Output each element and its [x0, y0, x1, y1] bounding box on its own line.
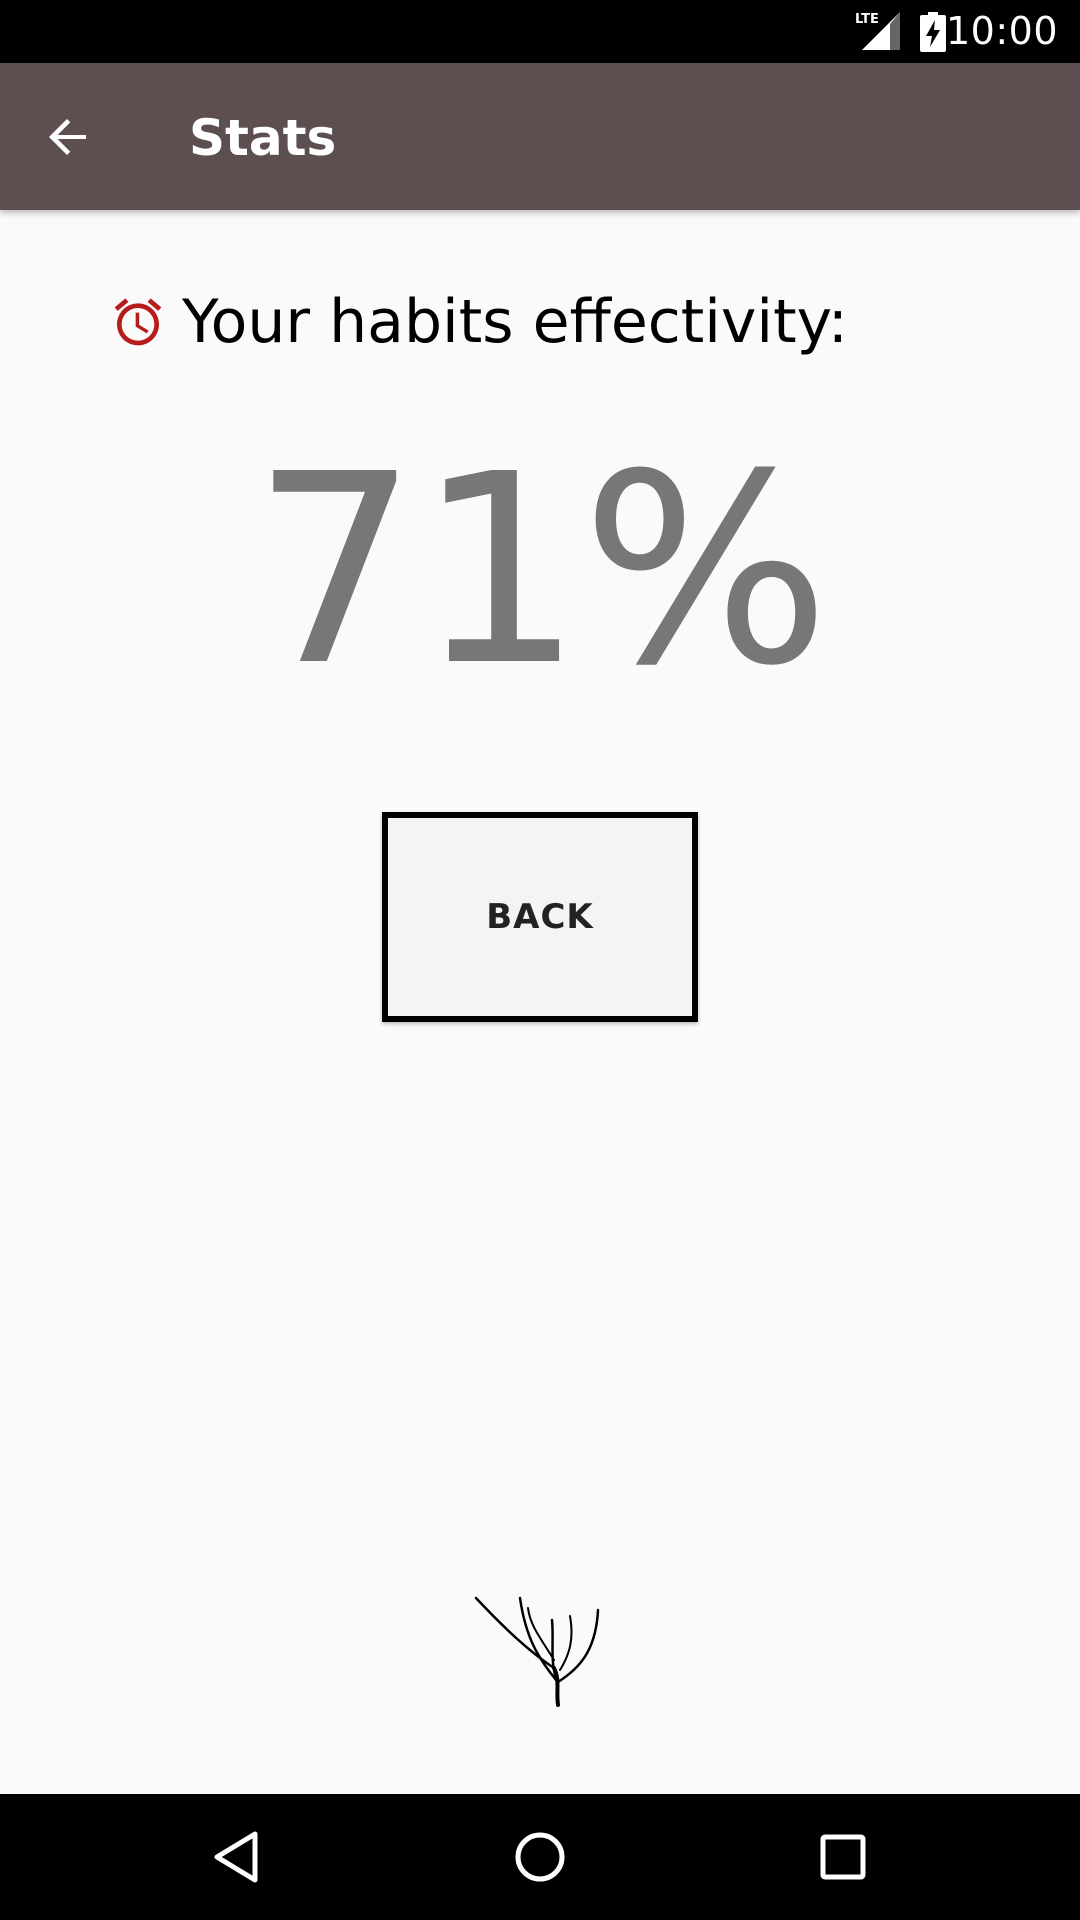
effectivity-value: 71%	[251, 418, 830, 723]
nav-back-button[interactable]	[196, 1822, 276, 1892]
navigate-back-button[interactable]	[28, 97, 108, 177]
nav-recents-button[interactable]	[803, 1822, 883, 1892]
app-bar: Stats	[0, 63, 1080, 210]
nav-home-icon	[515, 1832, 565, 1882]
status-bar: LTE 10:00	[0, 0, 1080, 63]
lte-signal-icon: LTE	[855, 12, 900, 50]
svg-text:LTE: LTE	[855, 12, 879, 27]
arrow-back-icon	[49, 119, 86, 155]
page-title: Stats	[189, 109, 337, 167]
nav-back-icon	[214, 1831, 258, 1883]
nav-recents-icon	[820, 1834, 866, 1880]
screen: LTE 10:00 Stats Your habits effectivity:…	[0, 0, 1080, 1920]
battery-charging-icon	[920, 12, 946, 52]
status-clock: 10:00	[945, 9, 1058, 53]
effectivity-heading: Your habits effectivity:	[182, 287, 848, 357]
nav-home-button[interactable]	[500, 1822, 580, 1892]
system-nav-bar	[0, 1794, 1080, 1920]
tree-branch-logo	[474, 1596, 600, 1707]
alarm-clock-icon	[108, 292, 168, 352]
heading-row: Your habits effectivity:	[108, 282, 848, 362]
back-button[interactable]: BACK	[382, 812, 698, 1022]
